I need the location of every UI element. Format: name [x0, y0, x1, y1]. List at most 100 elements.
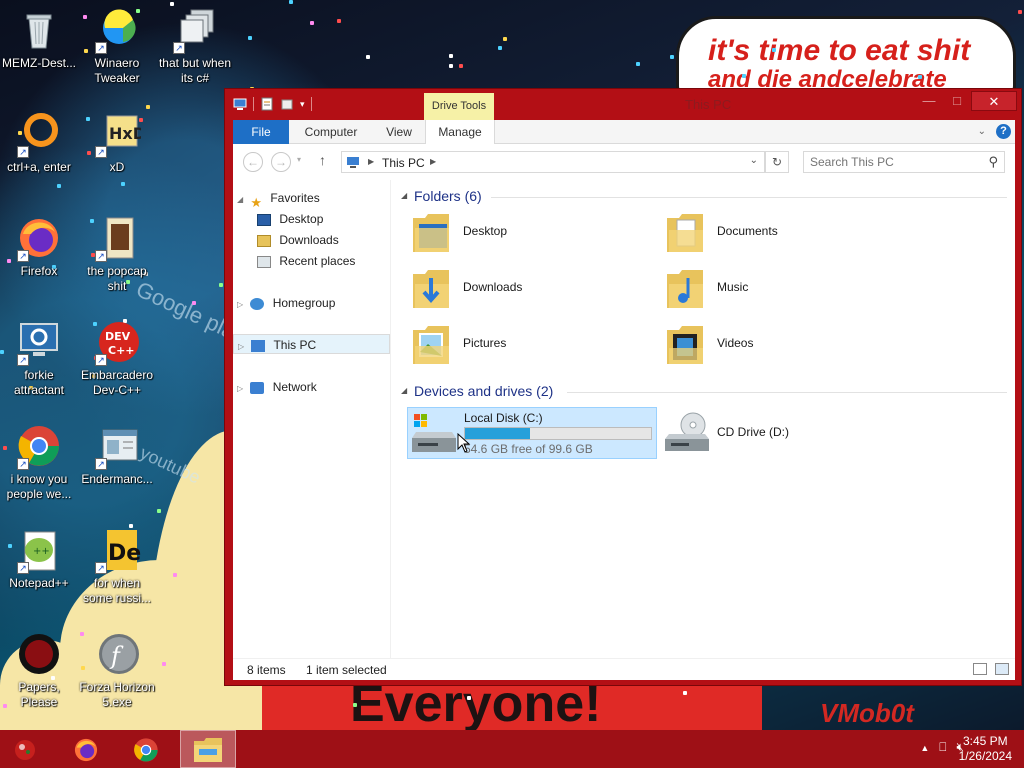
- downloads-icon: [257, 234, 271, 247]
- desktop-icon-papers-please[interactable]: Papers, Please: [0, 630, 78, 710]
- desktop-icon-notepadpp[interactable]: ++ ↗ Notepad++: [0, 526, 78, 591]
- start-button[interactable]: [0, 730, 50, 768]
- desktop-icon-label: that but when its c#: [158, 56, 232, 85]
- collapse-group-icon[interactable]: ◢: [401, 191, 407, 200]
- confetti-piece: [248, 36, 252, 40]
- folder-desktop[interactable]: Desktop: [411, 208, 661, 258]
- chevron-right-icon[interactable]: ▷: [237, 379, 247, 399]
- nav-downloads[interactable]: Downloads: [257, 230, 339, 250]
- confetti-piece: [219, 283, 223, 287]
- mouse-cursor-icon: [457, 433, 471, 453]
- desktop-icon-memz[interactable]: MEMZ-Dest...: [0, 6, 78, 71]
- corner-text: VMob0t: [820, 698, 914, 728]
- nav-desktop[interactable]: Desktop: [257, 209, 323, 229]
- hard-drive-icon: [412, 414, 456, 452]
- chevron-down-icon[interactable]: ◢: [237, 190, 247, 210]
- folder-music[interactable]: Music: [665, 264, 915, 314]
- folder-downloads[interactable]: Downloads: [411, 264, 661, 314]
- svg-text:DEV: DEV: [105, 330, 131, 343]
- tab-view[interactable]: View: [371, 120, 427, 144]
- copies-icon: ↗: [171, 6, 219, 54]
- breadcrumb-separator-icon[interactable]: ▶: [430, 157, 436, 166]
- cd-drive-icon: [665, 412, 709, 451]
- chevron-right-icon[interactable]: ▷: [238, 337, 248, 357]
- nav-favorites[interactable]: ◢ ★ Favorites: [237, 188, 320, 210]
- large-icons-view-icon[interactable]: [995, 663, 1009, 675]
- nav-network[interactable]: ▷ Network: [237, 377, 317, 397]
- desktop-icon-firefox[interactable]: ↗ Firefox: [0, 214, 78, 279]
- firefox-icon: [74, 738, 98, 762]
- confetti-piece: [57, 184, 61, 188]
- title-bar[interactable]: ▾ Drive Tools This PC — □ ✕: [225, 89, 1021, 120]
- desktop-icon-forkie[interactable]: ↗ forkie attractant: [0, 318, 78, 398]
- search-icon: ⚲: [988, 154, 998, 169]
- maximize-button[interactable]: □: [943, 91, 971, 111]
- collapse-group-icon[interactable]: ◢: [401, 386, 407, 395]
- nav-this-pc[interactable]: ▷ This PC: [233, 334, 390, 354]
- address-dropdown-icon[interactable]: ⌄: [750, 155, 758, 166]
- devices-group-header[interactable]: Devices and drives (2): [414, 383, 553, 399]
- drive-tools-context-tab[interactable]: Drive Tools: [424, 93, 494, 120]
- chevron-down-icon[interactable]: ▾: [300, 99, 305, 110]
- desktop-icon-winaero[interactable]: ↗ Winaero Tweaker: [78, 6, 156, 86]
- taskbar-firefox[interactable]: [58, 730, 114, 768]
- recent-locations-icon[interactable]: ▾: [297, 155, 301, 164]
- desktop-icon-label: Forza Horizon 5.exe: [79, 680, 155, 709]
- tab-manage[interactable]: Manage: [425, 120, 495, 145]
- desktop-icon-label: xD: [109, 160, 125, 174]
- drive-cd-d[interactable]: CD Drive (D:): [661, 407, 911, 459]
- desktop-icon-enderman[interactable]: ↗ Endermanc...: [78, 422, 156, 487]
- clock[interactable]: 3:45 PM 1/26/2024: [959, 734, 1012, 764]
- desktop-icon-ctrl-a[interactable]: ↗ ctrl+a, enter: [0, 110, 78, 175]
- breadcrumb-this-pc[interactable]: This PC: [382, 156, 425, 170]
- close-button[interactable]: ✕: [971, 91, 1017, 111]
- details-view-icon[interactable]: [973, 663, 987, 675]
- tab-file[interactable]: File: [233, 120, 289, 144]
- help-button[interactable]: ?: [996, 124, 1011, 139]
- drive-local-disk-c[interactable]: Local Disk (C:) 54.6 GB free of 99.6 GB: [407, 407, 657, 459]
- refresh-button[interactable]: ↻: [765, 151, 789, 173]
- confetti-piece: [467, 696, 471, 700]
- desktop-icon-csharp[interactable]: ↗ that but when its c#: [156, 6, 234, 86]
- folders-group-header[interactable]: Folders (6): [414, 188, 482, 204]
- nav-recent-places[interactable]: Recent places: [257, 251, 355, 271]
- forward-button[interactable]: →: [271, 152, 291, 172]
- folder-documents[interactable]: Documents: [665, 208, 915, 258]
- navigation-bar: ← → ▾ ↑ ▶ This PC ▶ ⌄ ↻ ⚲: [233, 144, 1015, 180]
- desktop-icon-devcpp[interactable]: DEV C++ ↗ Embarcadero Dev-C++: [78, 318, 156, 398]
- breadcrumb-separator-icon[interactable]: ▶: [368, 157, 374, 166]
- shortcut-arrow-icon: ↗: [95, 562, 107, 574]
- properties-icon[interactable]: [260, 97, 274, 111]
- svg-text:HxD: HxD: [109, 124, 141, 143]
- up-arrow-icon[interactable]: ↑: [319, 152, 326, 168]
- desktop-icon-popcap[interactable]: ↗ the popcap shit: [78, 214, 156, 294]
- chevron-right-icon[interactable]: ▷: [237, 295, 247, 315]
- orange-ring-icon: ↗: [15, 110, 63, 158]
- desktop-icon-forza[interactable]: f Forza Horizon 5.exe: [78, 630, 156, 710]
- desktop-icon-chrome[interactable]: ↗ i know you people we...: [0, 422, 78, 502]
- address-bar[interactable]: ▶ This PC ▶ ⌄: [341, 151, 765, 173]
- nav-homegroup[interactable]: ▷ Homegroup: [237, 293, 335, 313]
- content-pane: ◢ Folders (6) Desktop Documents Download…: [391, 180, 1015, 658]
- confetti-piece: [918, 75, 922, 79]
- taskbar-file-explorer[interactable]: [180, 730, 236, 768]
- confetti-piece: [670, 55, 674, 59]
- show-hidden-icons-icon[interactable]: ▲: [920, 743, 929, 755]
- desktop-icon-xd[interactable]: HxD ↗ xD: [78, 110, 156, 175]
- search-input[interactable]: [810, 155, 980, 169]
- new-folder-icon[interactable]: [280, 97, 294, 111]
- folder-videos[interactable]: Videos: [665, 320, 915, 370]
- this-pc-icon[interactable]: [233, 97, 247, 111]
- taskbar-chrome[interactable]: [118, 730, 174, 768]
- back-button[interactable]: ←: [243, 152, 263, 172]
- documents-folder-icon: [667, 214, 703, 252]
- ribbon-controls: ⌄ ?: [978, 124, 1011, 139]
- navigation-pane: ◢ ★ Favorites Desktop Downloads Recent p…: [233, 180, 391, 658]
- desktop-icon-de[interactable]: De ↗ for when some russi...: [78, 526, 156, 606]
- minimize-button[interactable]: —: [915, 91, 943, 111]
- network-tray-icon[interactable]: ⎕: [939, 740, 946, 755]
- search-box[interactable]: ⚲: [803, 151, 1005, 173]
- expand-ribbon-icon[interactable]: ⌄: [978, 126, 986, 137]
- folder-pictures[interactable]: Pictures: [411, 320, 661, 370]
- tab-computer[interactable]: Computer: [291, 120, 371, 144]
